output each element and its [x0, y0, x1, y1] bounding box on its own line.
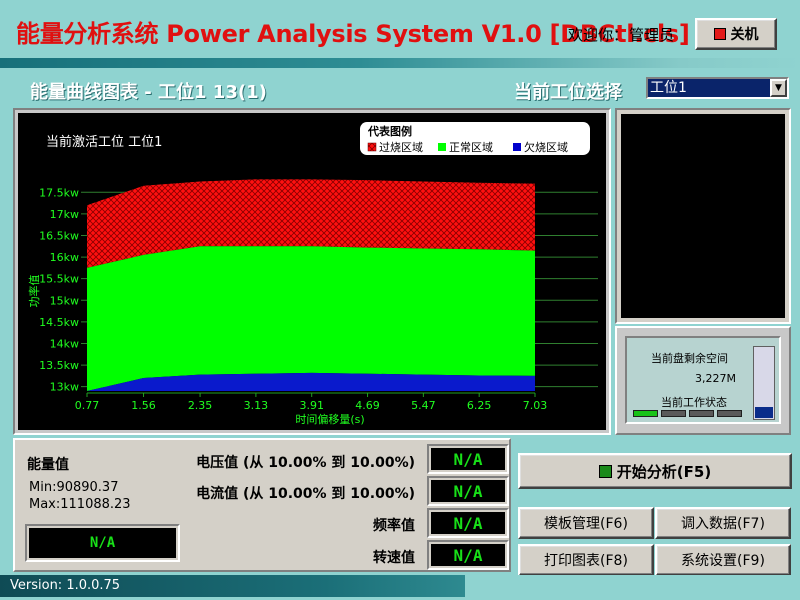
current-label: 电流值 (从 10.00% 到 10.00%)	[196, 486, 415, 502]
legend-item-label: 欠烧区域	[524, 140, 568, 154]
legend-swatch	[513, 143, 521, 151]
y-tick-label: 14.5kw	[39, 316, 79, 329]
print-chart-button[interactable]: 打印图表(F8)	[518, 544, 654, 576]
status-led	[689, 410, 714, 417]
disk-space-label: 当前盘剩余空间	[651, 352, 728, 365]
title-bar: 能量分析系统 Power Analysis System V1.0 [DBCtl…	[0, 0, 800, 58]
speed-display: N/A	[427, 540, 509, 570]
x-tick-label: 6.25	[467, 399, 492, 412]
plot-area: 13kw 13.5kw 14kw 14.5kw 15kw 15.5kw 16kw 16.5kw…	[39, 179, 598, 412]
chart-frame: 当前激活工位 工位1 13kw 13.5kw 14kw 14.5kw 15kw 15.5k…	[13, 108, 611, 435]
template-manage-label: 模板管理(F6)	[544, 516, 628, 532]
voltage-value: N/A	[431, 448, 505, 470]
frequency-label: 频率值	[373, 518, 415, 534]
welcome-label: 欢迎你：	[568, 26, 629, 44]
chart-legend: 代表图例 过烧区域 正常区域 欠烧区域	[360, 122, 590, 155]
current-display: N/A	[427, 476, 509, 506]
voltage-display: N/A	[427, 444, 509, 474]
voltage-label: 电压值 (从 10.00% 到 10.00%)	[196, 455, 415, 471]
print-chart-label: 打印图表(F8)	[544, 553, 628, 569]
start-analysis-button[interactable]: 开始分析(F5)	[518, 453, 792, 489]
legend-swatch	[438, 143, 446, 151]
start-analysis-label: 开始分析(F5)	[616, 462, 712, 481]
x-tick-label: 0.77	[75, 399, 100, 412]
disk-usage-bar	[753, 346, 775, 420]
import-data-label: 调入数据(F7)	[681, 516, 765, 532]
status-bar-rest	[465, 575, 800, 597]
status-led	[717, 410, 742, 417]
import-data-button[interactable]: 调入数据(F7)	[655, 507, 791, 539]
current-value: N/A	[431, 480, 505, 502]
station-select-label: 当前工位选择	[514, 82, 622, 103]
version-bar: Version: 1.0.0.75	[0, 575, 465, 597]
y-tick-label: 13.5kw	[39, 359, 79, 372]
energy-min: Min:90890.37	[29, 480, 119, 495]
x-tick-label: 5.47	[411, 399, 436, 412]
frequency-display: N/A	[427, 508, 509, 538]
y-tick-label: 16kw	[50, 251, 79, 264]
x-tick-label: 3.91	[299, 399, 324, 412]
user-name: 管理员	[629, 26, 675, 44]
status-led	[633, 410, 658, 417]
energy-display: N/A	[25, 524, 180, 562]
y-tick-label: 15.5kw	[39, 273, 79, 286]
energy-max: Max:111088.23	[29, 497, 131, 512]
x-tick-label: 1.56	[131, 399, 156, 412]
disk-space-value: 3,227M	[695, 372, 736, 385]
preview-area	[621, 114, 785, 318]
disk-status-display: 当前盘剩余空间 3,227M 当前工作状态	[625, 336, 781, 424]
x-axis-label: 时间偏移量(s)	[295, 412, 364, 426]
y-tick-label: 16.5kw	[39, 229, 79, 242]
chevron-down-icon[interactable]: ▼	[770, 79, 787, 97]
chart-section-title: 能量曲线图表 - 工位1 13(1)	[30, 82, 267, 103]
disk-status-panel: 当前盘剩余空间 3,227M 当前工作状态	[615, 326, 791, 435]
x-tick-label: 7.03	[523, 399, 548, 412]
shutdown-button[interactable]: 关机	[695, 18, 777, 50]
energy-title: 能量值	[27, 457, 69, 473]
frequency-value: N/A	[431, 512, 505, 534]
measurement-panel: 能量值 Min:90890.37 Max:111088.23 N/A 电压值 (…	[13, 438, 511, 572]
system-settings-button[interactable]: 系统设置(F9)	[655, 544, 791, 576]
disk-usage-fill	[755, 407, 773, 418]
legend-item-label: 过烧区域	[379, 141, 423, 154]
energy-chart: 当前激活工位 工位1 13kw 13.5kw 14kw 14.5kw 15kw 15.5k…	[27, 122, 598, 426]
start-icon	[598, 464, 612, 478]
shutdown-icon	[713, 28, 726, 40]
speed-value: N/A	[431, 544, 505, 566]
speed-label: 转速值	[373, 550, 415, 566]
version-text: Version: 1.0.0.75	[10, 578, 121, 593]
y-tick-label: 17.5kw	[39, 186, 79, 199]
status-led	[661, 410, 686, 417]
work-status-label: 当前工作状态	[661, 396, 727, 409]
shutdown-label: 关机	[730, 27, 759, 43]
x-tick-label: 3.13	[244, 399, 269, 412]
welcome-text: 欢迎你：管理员	[568, 24, 674, 45]
x-tick-label: 4.69	[355, 399, 380, 412]
x-tick-label: 2.35	[188, 399, 213, 412]
y-axis-label: 功率值	[27, 275, 41, 308]
status-leds	[633, 410, 742, 417]
template-manage-button[interactable]: 模板管理(F6)	[518, 507, 654, 539]
energy-value: N/A	[29, 528, 176, 558]
system-settings-label: 系统设置(F9)	[681, 553, 765, 569]
preview-panel	[615, 108, 791, 324]
legend-title: 代表图例	[367, 124, 412, 138]
y-tick-label: 14kw	[50, 337, 79, 350]
y-tick-label: 17kw	[50, 208, 79, 221]
legend-swatch	[367, 142, 377, 152]
station-select-value: 工位1	[648, 79, 770, 97]
legend-item-label: 正常区域	[449, 141, 493, 154]
chart-panel: 当前激活工位 工位1 13kw 13.5kw 14kw 14.5kw 15kw 15.5k…	[18, 113, 606, 430]
y-tick-label: 15kw	[50, 294, 79, 307]
header-separator	[0, 58, 800, 68]
y-tick-label: 13kw	[50, 381, 79, 394]
area-series-2	[87, 246, 535, 391]
chart-title: 当前激活工位 工位1	[46, 134, 162, 150]
station-select[interactable]: 工位1 ▼	[646, 77, 789, 99]
